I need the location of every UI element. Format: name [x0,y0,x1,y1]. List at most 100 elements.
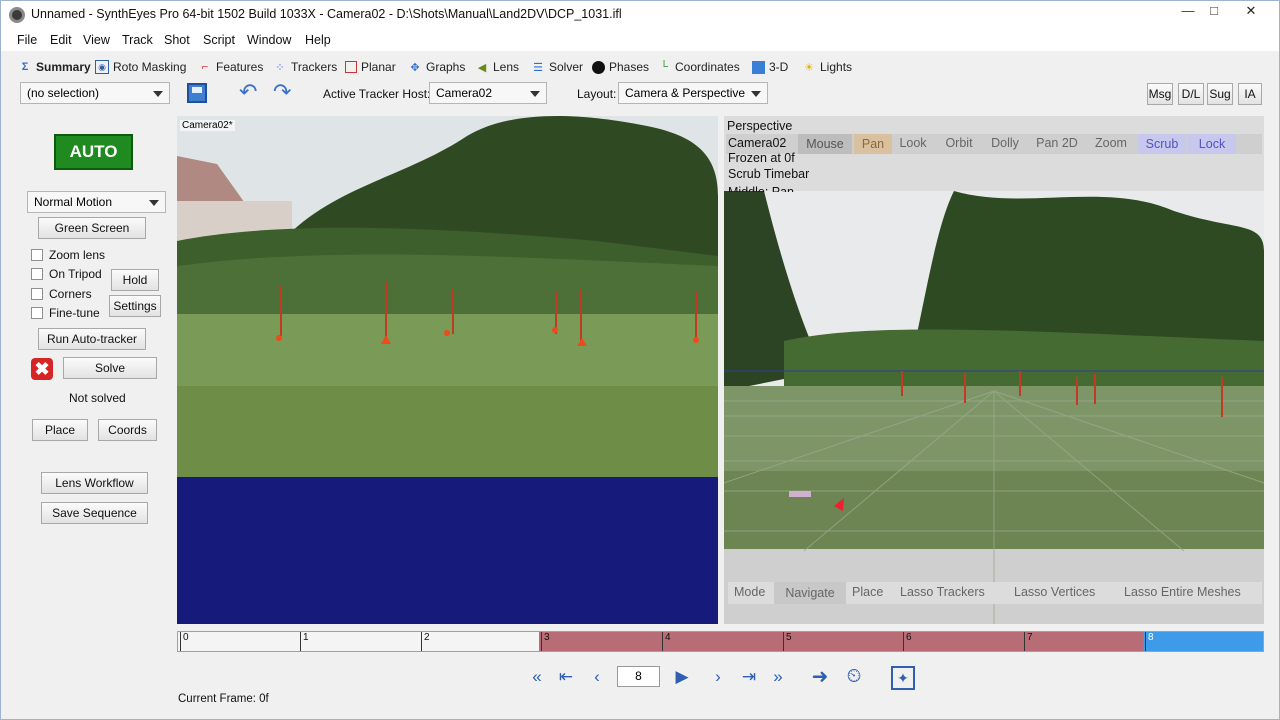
tab-summary[interactable]: Σ Summary [18,57,91,77]
tab-features[interactable]: ⌐ Features [198,57,264,77]
graphs-icon: ✥ [410,61,420,74]
timebar-tick: 7 [1024,632,1033,651]
play-icon[interactable]: ▶ [671,666,693,688]
frame-input[interactable]: 8 [617,666,660,687]
timebar-tick: 2 [421,632,430,651]
bottom-lasso-vertices[interactable]: Lasso Vertices [1014,585,1095,599]
mode-orbit[interactable]: Orbit [939,136,979,150]
tab-coordinates[interactable]: └ Coordinates [657,57,740,77]
menu-edit[interactable]: Edit [50,33,72,47]
motion-dropdown[interactable]: Normal Motion [27,191,166,213]
camera-viewport[interactable]: Camera02* [177,116,718,624]
camera-viewport-label: Camera02* [180,120,235,131]
app-window: Unnamed - SynthEyes Pro 64-bit 1502 Buil… [0,0,1280,720]
bottom-navigate[interactable]: Navigate [774,582,846,604]
timebar[interactable]: 0 1 2 3 4 5 6 7 8 [177,631,1264,652]
tab-trackers[interactable]: ⁘ Trackers [273,57,337,77]
green-screen-button[interactable]: Green Screen [38,217,146,239]
chevron-down-icon [149,200,159,206]
zoom-lens-checkbox[interactable] [31,249,43,261]
coords-button[interactable]: Coords [98,419,157,441]
menu-view[interactable]: View [83,33,110,47]
coordinates-icon: └ [660,61,668,73]
maximize-button[interactable]: □ [1199,3,1229,21]
mode-scrub[interactable]: Scrub [1138,134,1186,154]
previous-frame-icon[interactable]: ‹ [586,666,608,688]
tab-graphs[interactable]: ✥ Graphs [408,57,465,77]
tracker-host-dropdown[interactable]: Camera02 [429,82,547,104]
not-solved-icon: ✖ [31,358,53,380]
first-frame-icon[interactable]: ⇤ [555,666,577,688]
sug-button[interactable]: Sug [1207,83,1233,105]
mode-pan[interactable]: Pan [854,134,892,154]
perspective-title: Perspective [727,119,793,133]
timebar-current [1143,632,1263,651]
corners-label: Corners [49,287,92,301]
menu-track[interactable]: Track [122,33,153,47]
hint-middle: Middle: Pan [728,185,795,192]
tab-lights[interactable]: ☀ Lights [802,57,852,77]
tab-3d[interactable]: 3-D [752,57,788,77]
window-title: Unnamed - SynthEyes Pro 64-bit 1502 Buil… [31,7,622,21]
on-tripod-checkbox[interactable] [31,268,43,280]
fine-tune-checkbox[interactable] [31,307,43,319]
menu-shot[interactable]: Shot [164,33,190,47]
tab-solver[interactable]: ☰ Solver [531,57,583,77]
hold-button[interactable]: Hold [111,269,159,291]
menu-window[interactable]: Window [247,33,291,47]
perspective-viewport[interactable]: Perspective Camera02 Mouse Pan Look Orbi… [724,116,1264,624]
timebar-tick: 5 [783,632,792,651]
mode-dolly[interactable]: Dolly [985,136,1025,150]
bottom-place[interactable]: Place [852,585,883,599]
menu-file[interactable]: File [17,33,37,47]
run-auto-tracker-button[interactable]: Run Auto-tracker [38,328,146,350]
place-button[interactable]: Place [32,419,88,441]
menu-script[interactable]: Script [203,33,235,47]
mode-mouse[interactable]: Mouse [798,134,852,154]
corners-checkbox[interactable] [31,288,43,300]
cube-icon [752,60,765,74]
mode-zoom[interactable]: Zoom [1089,136,1133,150]
last-frame-icon[interactable]: ⇥ [738,666,760,688]
fast-forward-icon[interactable]: » [767,666,789,688]
playback-clock-icon[interactable]: ⏲ [843,666,865,688]
dl-button[interactable]: D/L [1178,83,1204,105]
close-button[interactable]: ✕ [1227,3,1275,23]
undo-icon[interactable]: ↶ [239,81,257,103]
msg-button[interactable]: Msg [1147,83,1173,105]
tracker-host-label: Active Tracker Host: [323,87,431,101]
solve-button[interactable]: Solve [63,357,157,379]
lens-workflow-button[interactable]: Lens Workflow [41,472,148,494]
mode-pan-2d[interactable]: Pan 2D [1032,136,1082,150]
rewind-to-start-icon[interactable]: « [526,666,548,688]
bottom-lasso-meshes[interactable]: Lasso Entire Meshes [1124,585,1241,599]
solve-status: Not solved [69,391,126,405]
layout-dropdown[interactable]: Camera & Perspective [618,82,768,104]
frozen-label: Frozen at 0f [728,151,795,165]
redo-icon[interactable]: ↷ [273,81,291,103]
bottom-lasso-trackers[interactable]: Lasso Trackers [900,585,985,599]
next-frame-icon[interactable]: › [707,666,729,688]
features-icon: ⌐ [201,61,209,73]
lightbulb-icon: ☀ [804,61,814,74]
menu-help[interactable]: Help [305,33,331,47]
fit-view-icon[interactable]: ✦ [891,666,915,690]
mode-look[interactable]: Look [894,136,932,150]
forward-arrow-icon[interactable]: ➜ [809,666,831,688]
save-icon[interactable] [187,83,207,103]
save-sequence-button[interactable]: Save Sequence [41,502,148,524]
tab-roto-masking[interactable]: ◉ Roto Masking [95,57,186,77]
tracker-host-value: Camera02 [436,86,493,100]
auto-button[interactable]: AUTO [54,134,133,170]
selection-dropdown[interactable]: (no selection) [20,82,170,104]
ia-button[interactable]: IA [1238,83,1262,105]
tab-lens[interactable]: ◀ Lens [475,57,519,77]
timebar-tick: 4 [662,632,671,651]
title-bar: Unnamed - SynthEyes Pro 64-bit 1502 Buil… [1,1,1279,29]
mode-lock[interactable]: Lock [1188,134,1236,154]
tab-phases[interactable]: Phases [592,57,649,77]
perspective-camera-label: Camera02 [728,136,787,150]
timebar-tick: 3 [541,632,550,651]
settings-button[interactable]: Settings [109,295,161,317]
tab-planar[interactable]: Planar [345,57,396,77]
